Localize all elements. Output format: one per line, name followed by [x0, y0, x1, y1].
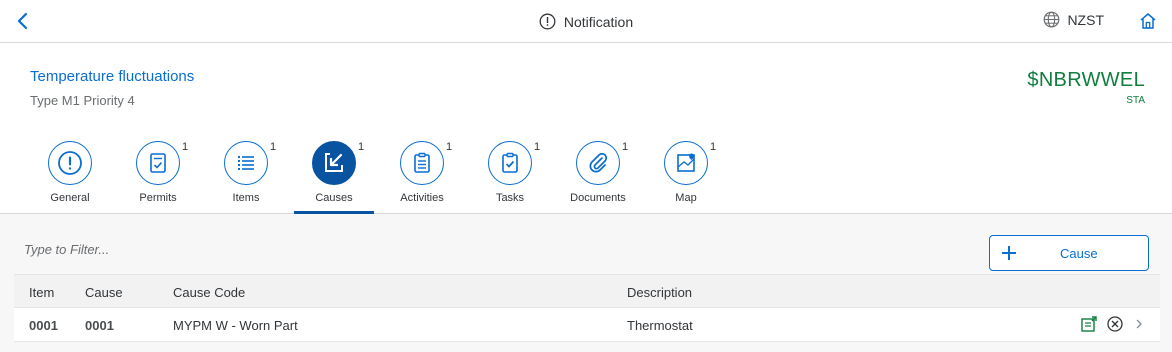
shell-bar: Notification NZST — [0, 0, 1172, 43]
row-actions — [1080, 315, 1146, 333]
tab-map-label: Map — [675, 192, 697, 204]
column-header-cause: Cause — [85, 285, 123, 300]
tab-causes[interactable]: 1 Causes — [294, 141, 374, 214]
edit-document-icon[interactable] — [1080, 315, 1098, 333]
clipboard-list-icon — [414, 152, 430, 173]
tab-causes-underline — [294, 211, 374, 214]
timezone-label: NZST — [1067, 11, 1104, 28]
filter-input[interactable]: Type to Filter... — [24, 242, 109, 257]
tab-items[interactable]: 1 Items — [206, 141, 286, 213]
table-header: Item Cause Cause Code Description — [14, 274, 1160, 308]
column-header-description: Description — [627, 285, 693, 300]
paperclip-icon — [589, 152, 608, 173]
table-row[interactable]: 0001 0001 MYPM W - Worn Part Thermostat — [14, 308, 1160, 342]
exclamation-icon — [58, 151, 82, 175]
cell-item: 0001 — [29, 318, 58, 333]
tab-general-circle — [48, 141, 92, 185]
notification-subtitle: Type M1 Priority 4 — [30, 93, 135, 108]
column-header-cause-code: Cause Code — [173, 285, 246, 300]
tab-tasks-label: Tasks — [495, 192, 525, 204]
tab-permits-label: Permits — [139, 192, 177, 204]
cell-description: Thermostat — [627, 318, 693, 333]
status-label: STA — [1126, 95, 1145, 106]
tab-items-circle — [224, 141, 268, 185]
chevron-right-icon[interactable] — [1132, 315, 1146, 333]
chevron-left-icon — [17, 12, 28, 30]
tab-general[interactable]: General — [30, 141, 110, 213]
home-icon — [1140, 13, 1156, 29]
column-header-item: Item — [29, 285, 55, 300]
add-cause-button[interactable]: Cause — [989, 235, 1149, 271]
cell-cause-code: MYPM W - Worn Part — [173, 318, 298, 333]
add-cause-label: Cause — [1060, 246, 1098, 261]
tab-documents-count: 1 — [622, 141, 629, 153]
exclamation-circle-icon — [539, 13, 556, 30]
cell-cause: 0001 — [85, 318, 114, 333]
tab-causes-circle — [312, 141, 356, 185]
tab-items-count: 1 — [270, 141, 277, 153]
tab-tasks-count: 1 — [534, 141, 541, 153]
tab-causes-label: Causes — [315, 192, 353, 204]
home-button[interactable] — [1138, 11, 1158, 31]
tab-activities[interactable]: 1 Activities — [382, 141, 462, 213]
tab-map[interactable]: 1 Map — [646, 141, 726, 213]
status-value: $NBRWWEL — [1027, 69, 1145, 91]
back-button[interactable] — [14, 10, 34, 32]
tab-map-circle — [664, 141, 708, 185]
cause-arrow-icon — [325, 153, 343, 172]
shell-title-area: Notification — [0, 0, 1172, 43]
tab-activities-count: 1 — [446, 141, 453, 153]
tab-tasks[interactable]: 1 Tasks — [470, 141, 550, 213]
tab-permits[interactable]: 1 Permits — [118, 141, 198, 213]
tab-documents-label: Documents — [570, 192, 626, 204]
tab-activities-label: Activities — [400, 192, 444, 204]
tab-items-label: Items — [232, 192, 260, 204]
globe-icon — [1044, 11, 1060, 28]
tab-causes-count: 1 — [358, 141, 365, 153]
object-header: Temperature fluctuations Type M1 Priorit… — [0, 43, 1172, 214]
map-icon — [677, 153, 695, 172]
tab-map-count: 1 — [710, 141, 717, 153]
causes-table: Item Cause Cause Code Description 0001 0… — [14, 274, 1160, 342]
tab-tasks-circle — [488, 141, 532, 185]
delete-circle-icon[interactable] — [1106, 315, 1124, 333]
tab-permits-count: 1 — [182, 141, 189, 153]
timezone-indicator[interactable]: NZST — [1043, 11, 1104, 28]
list-icon — [238, 156, 254, 170]
shell-title: Notification — [563, 13, 634, 30]
tab-general-label: General — [50, 192, 90, 204]
notification-title[interactable]: Temperature fluctuations — [30, 68, 194, 85]
tab-permits-circle — [136, 141, 180, 185]
plus-icon — [1002, 246, 1016, 260]
tab-documents[interactable]: 1 Documents — [558, 141, 638, 213]
permit-document-icon — [150, 153, 166, 173]
tab-documents-circle — [576, 141, 620, 185]
tab-activities-circle — [400, 141, 444, 185]
clipboard-check-icon — [502, 152, 518, 173]
